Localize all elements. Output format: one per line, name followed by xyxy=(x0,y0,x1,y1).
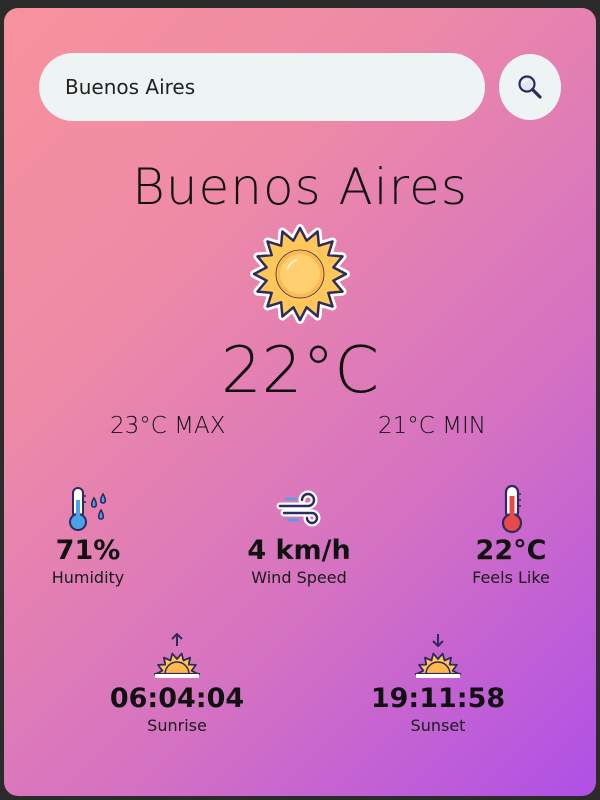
wind-speed-value: 4 km/h xyxy=(247,535,351,566)
search-input[interactable] xyxy=(39,53,485,121)
wind-icon xyxy=(276,490,321,527)
humidity-label: Humidity xyxy=(51,568,125,587)
feels-like-stat: 22°C Feels Like xyxy=(431,484,591,587)
sun-icon xyxy=(250,224,350,324)
sunset-stat: 19:11:58 Sunset xyxy=(358,630,518,735)
thermometer-icon xyxy=(501,484,523,534)
search-bar xyxy=(39,53,561,121)
humidity-icon xyxy=(69,487,107,531)
sunset-time: 19:11:58 xyxy=(370,683,506,714)
search-icon xyxy=(518,75,542,99)
max-temperature: 23°C MAX xyxy=(110,413,226,439)
sunrise-icon xyxy=(153,633,201,678)
current-temperature: 22°C xyxy=(220,334,380,408)
humidity-value: 71% xyxy=(55,535,121,566)
sunrise-time: 06:04:04 xyxy=(109,683,245,714)
weather-card: Buenos Aires 22°C 23°C MAX 21°C MIN 71% … xyxy=(4,8,596,796)
sunset-label: Sunset xyxy=(410,716,466,735)
sunset-icon xyxy=(414,634,462,678)
sunrise-stat: 06:04:04 Sunrise xyxy=(97,630,257,735)
feels-like-value: 22°C xyxy=(475,535,547,566)
min-temperature: 21°C MIN xyxy=(378,413,486,439)
wind-speed-label: Wind Speed xyxy=(251,568,347,587)
search-button[interactable] xyxy=(499,54,561,120)
feels-like-label: Feels Like xyxy=(472,568,550,587)
wind-speed-stat: 4 km/h Wind Speed xyxy=(219,484,379,587)
sunrise-label: Sunrise xyxy=(147,716,207,735)
city-name: Buenos Aires xyxy=(132,158,468,216)
humidity-stat: 71% Humidity xyxy=(8,484,168,587)
